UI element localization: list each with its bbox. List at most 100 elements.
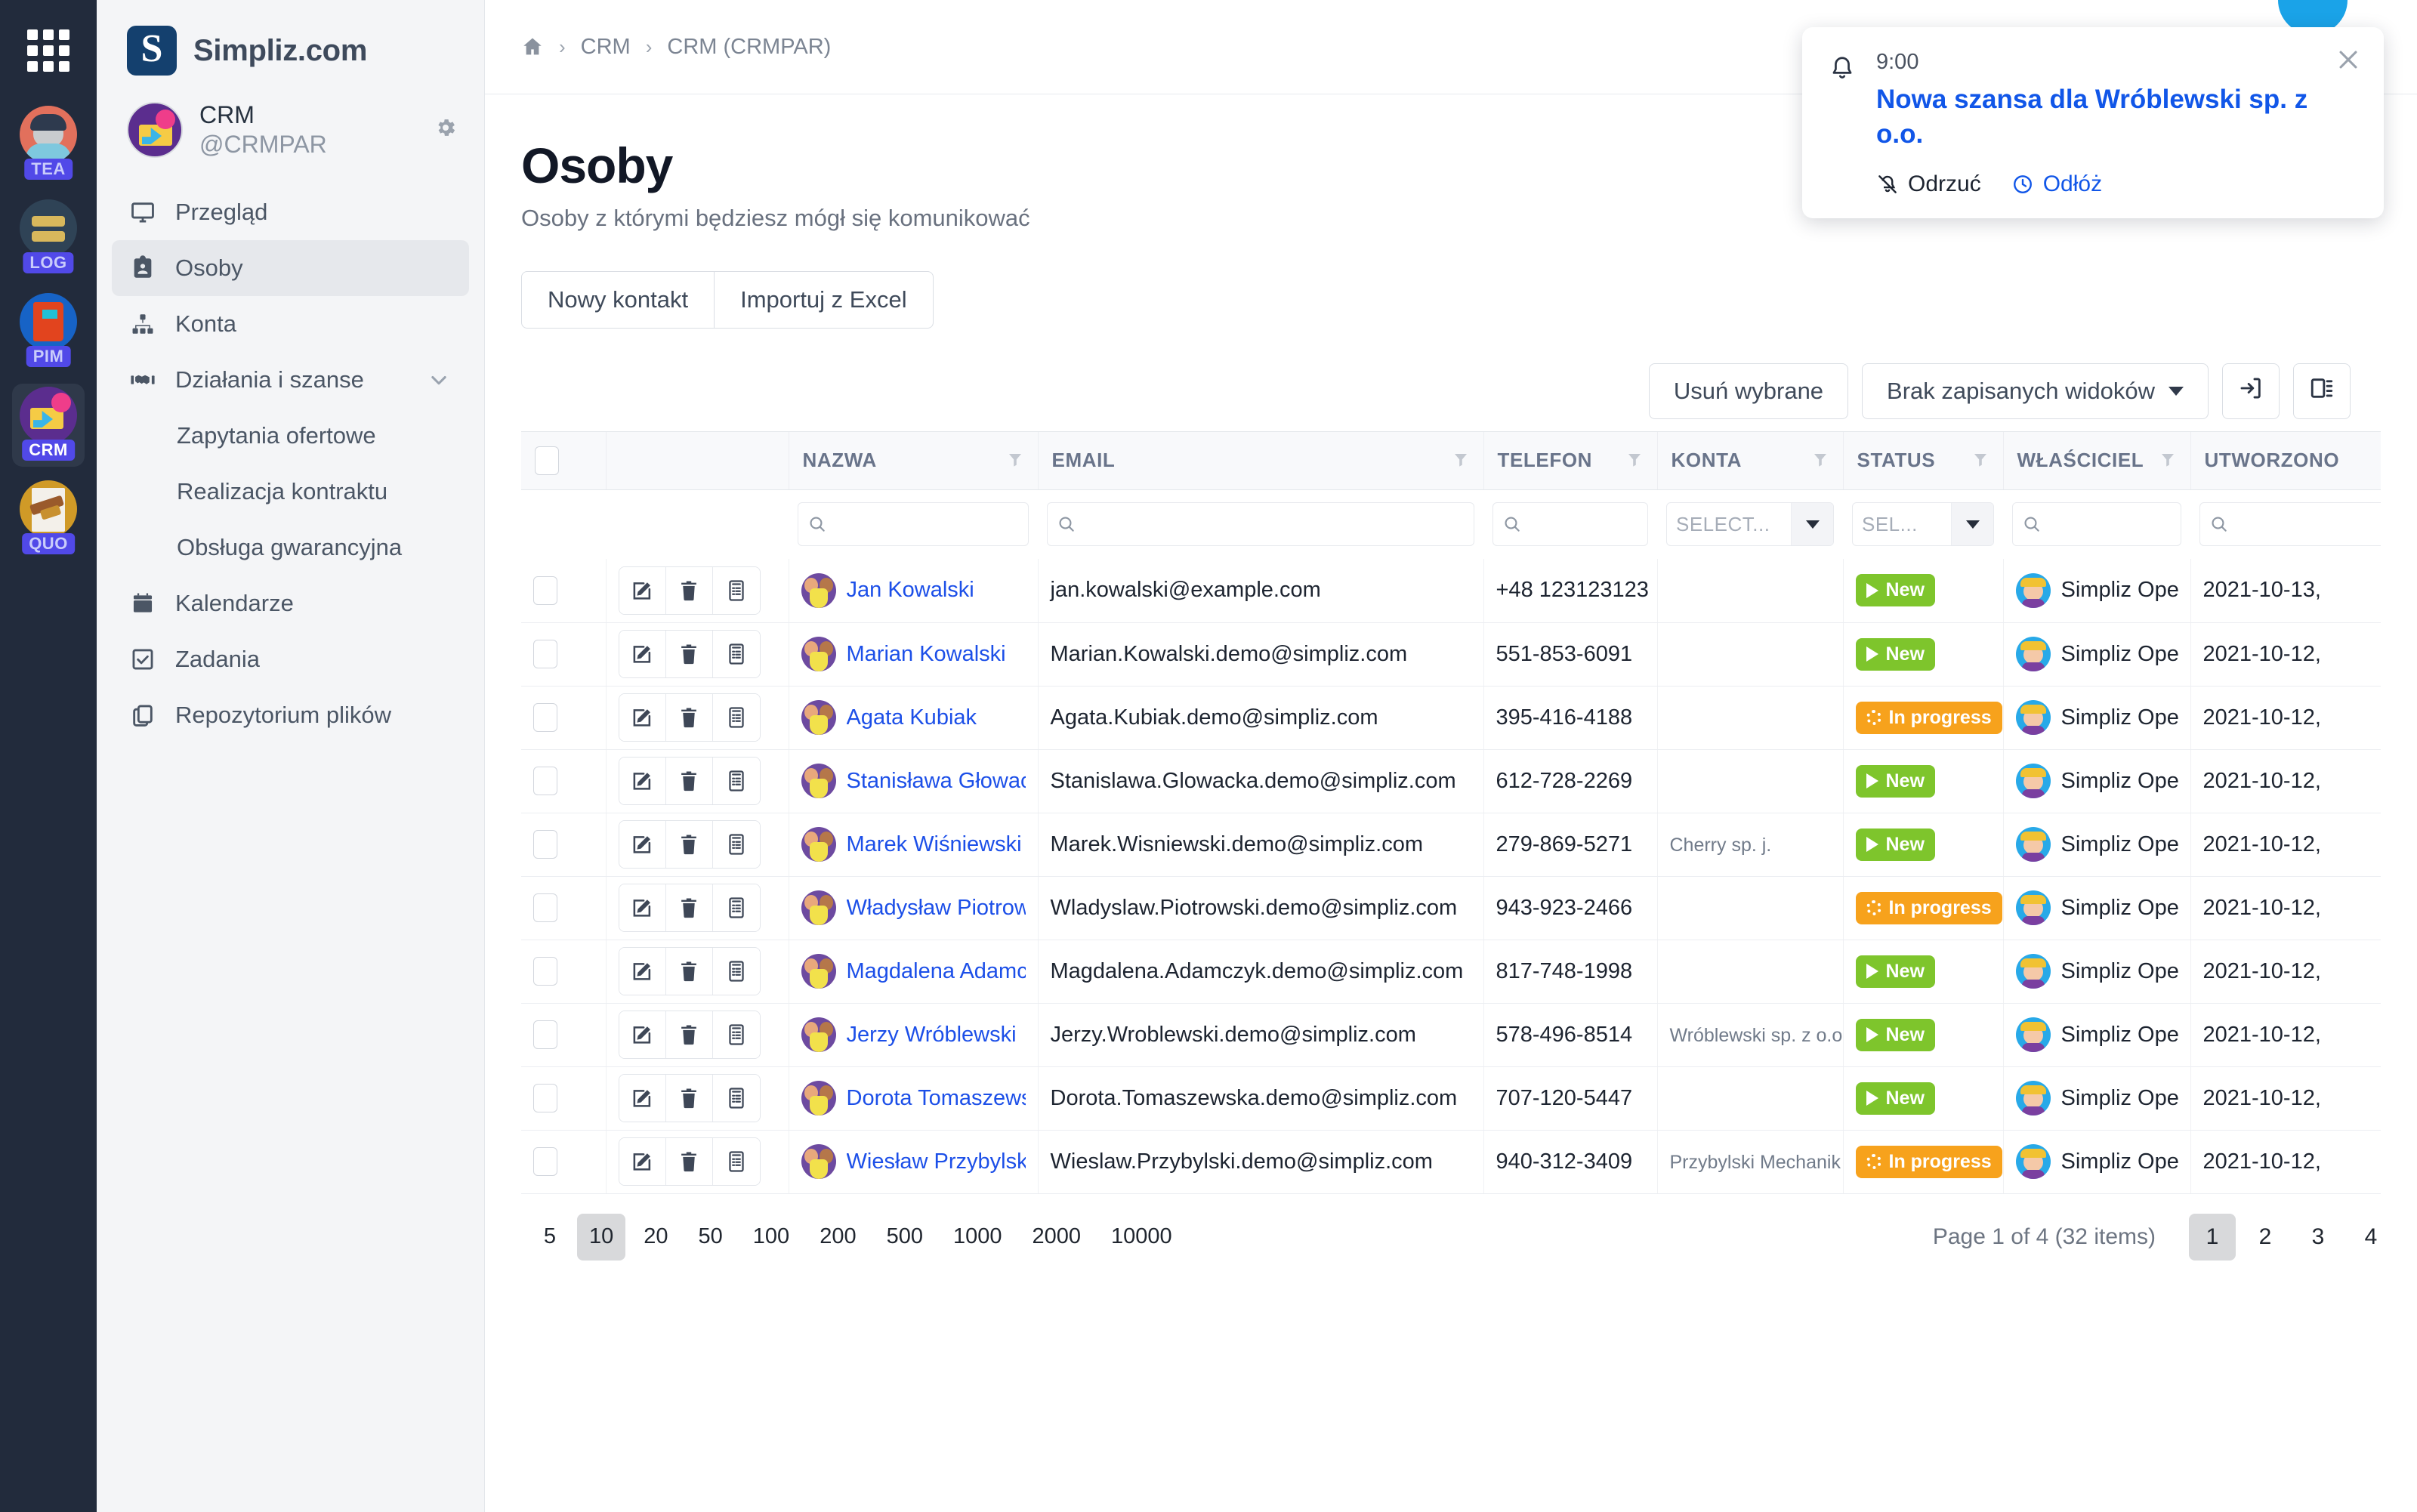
table-row[interactable]: Marian Kowalski Marian.Kowalski.demo@simp… <box>521 622 2381 687</box>
details-list-icon[interactable] <box>712 1075 760 1122</box>
sidebar-item-kalendarze[interactable]: Kalendarze <box>112 575 469 631</box>
row-checkbox[interactable] <box>533 1020 557 1049</box>
sidebar-item-dzialania-i-szanse[interactable]: Działania i szanse <box>112 352 469 408</box>
trash-delete-icon[interactable] <box>665 821 713 868</box>
workspace-selector[interactable]: CRM @CRMPAR <box>112 95 469 180</box>
edit-pencil-icon[interactable] <box>619 694 666 741</box>
sidebar-item-osoby[interactable]: Osoby <box>112 240 469 296</box>
breadcrumb-item-crm[interactable]: CRM <box>581 35 631 60</box>
page-size-option[interactable]: 100 <box>741 1214 801 1261</box>
row-checkbox[interactable] <box>533 893 557 922</box>
trash-delete-icon[interactable] <box>665 566 713 614</box>
trash-delete-icon[interactable] <box>665 948 713 995</box>
breadcrumb-item-crmpar[interactable]: CRM (CRMPAR) <box>667 35 831 60</box>
filter-email-input[interactable] <box>1047 502 1474 547</box>
th-email[interactable]: EMAIL <box>1038 432 1484 490</box>
contact-name-link[interactable]: Jerzy Wróblewski <box>847 1023 1017 1048</box>
grid-apps-icon[interactable] <box>23 26 73 76</box>
table-row[interactable]: Jerzy Wróblewski Jerzy.Wroblewski.demo@si… <box>521 1003 2381 1067</box>
import-excel-button[interactable]: Importuj z Excel <box>715 271 934 329</box>
filter-funnel-icon[interactable] <box>1811 451 1829 471</box>
th-wlasciciel[interactable]: WŁAŚCICIEL <box>2003 432 2191 490</box>
details-list-icon[interactable] <box>712 948 760 995</box>
th-telefon[interactable]: TELEFON <box>1483 432 1658 490</box>
page-size-option[interactable]: 20 <box>631 1214 680 1261</box>
brand[interactable]: S Simpliz.com <box>112 0 469 95</box>
filter-funnel-icon[interactable] <box>1625 451 1644 471</box>
trash-delete-icon[interactable] <box>665 631 713 677</box>
toast-dismiss-button[interactable]: Odrzuć <box>1876 171 1981 197</box>
table-row[interactable]: Stanisława Głowacka Stanislawa.Glowacka.d… <box>521 749 2381 813</box>
row-checkbox[interactable] <box>533 703 557 732</box>
row-checkbox[interactable] <box>533 575 557 605</box>
trash-delete-icon[interactable] <box>665 1011 713 1058</box>
th-konta[interactable]: KONTA <box>1657 432 1844 490</box>
chevron-down-icon[interactable] <box>428 369 449 390</box>
rail-app-quo[interactable]: QUO <box>12 477 85 560</box>
edit-pencil-icon[interactable] <box>619 948 666 995</box>
close-x-icon[interactable] <box>2335 47 2361 73</box>
details-list-icon[interactable] <box>712 821 760 868</box>
edit-pencil-icon[interactable] <box>619 631 666 677</box>
page-size-option[interactable]: 500 <box>875 1214 935 1261</box>
filter-telefon-input[interactable] <box>1492 502 1648 547</box>
saved-views-dropdown[interactable]: Brak zapisanych widoków <box>1862 363 2209 419</box>
details-list-icon[interactable] <box>712 1011 760 1058</box>
contact-name-link[interactable]: Władysław Piotrowski <box>847 896 1026 921</box>
page-number[interactable]: 1 <box>2189 1213 2236 1261</box>
new-contact-button[interactable]: Nowy kontakt <box>521 271 715 329</box>
filter-nazwa-input[interactable] <box>798 502 1029 547</box>
sidebar-item-realizacja-kontraktu[interactable]: Realizacja kontraktu <box>112 464 469 520</box>
details-list-icon[interactable] <box>712 1138 760 1185</box>
rail-app-crm[interactable]: CRM <box>12 384 85 467</box>
filter-konta-select[interactable]: SELECT... <box>1666 502 1834 547</box>
filter-funnel-icon[interactable] <box>1971 451 1989 471</box>
trash-delete-icon[interactable] <box>665 1138 713 1185</box>
edit-pencil-icon[interactable] <box>619 1011 666 1058</box>
row-checkbox[interactable] <box>533 767 557 795</box>
contact-name-link[interactable]: Stanisława Głowacka <box>847 769 1026 794</box>
columns-layout-button[interactable] <box>2293 363 2351 419</box>
edit-pencil-icon[interactable] <box>619 884 666 931</box>
chevron-down-icon[interactable] <box>1951 503 1993 546</box>
page-number[interactable]: 4 <box>2348 1214 2381 1261</box>
page-number[interactable]: 3 <box>2295 1214 2341 1261</box>
th-nazwa[interactable]: NAZWA <box>789 432 1039 490</box>
toast-title[interactable]: Nowa szansa dla Wróblewski sp. z o.o. <box>1876 82 2358 152</box>
table-row[interactable]: Władysław Piotrowski Wladyslaw.Piotrowski… <box>521 876 2381 940</box>
contact-name-link[interactable]: Wiesław Przybylski <box>847 1149 1026 1174</box>
table-row[interactable]: Marek Wiśniewski Marek.Wisniewski.demo@si… <box>521 813 2381 877</box>
th-status[interactable]: STATUS <box>1843 432 2004 490</box>
edit-pencil-icon[interactable] <box>619 821 666 868</box>
gear-icon[interactable] <box>434 116 457 139</box>
th-utworzono[interactable]: UTWORZONO <box>2190 432 2381 490</box>
filter-funnel-icon[interactable] <box>1452 451 1470 471</box>
edit-pencil-icon[interactable] <box>619 1138 666 1185</box>
row-checkbox[interactable] <box>533 640 557 668</box>
table-row[interactable]: Jan Kowalski jan.kowalski@example.com +48 … <box>521 559 2381 623</box>
filter-utworzono-input[interactable] <box>2199 502 2381 547</box>
sidebar-item-repozytorium-plikow[interactable]: Repozytorium plików <box>112 687 469 743</box>
page-size-option[interactable]: 50 <box>687 1214 735 1261</box>
trash-delete-icon[interactable] <box>665 884 713 931</box>
table-row[interactable]: Dorota Tomaszewska Dorota.Tomaszewska.dem… <box>521 1066 2381 1131</box>
edit-pencil-icon[interactable] <box>619 566 666 614</box>
contact-name-link[interactable]: Jan Kowalski <box>847 578 974 603</box>
details-list-icon[interactable] <box>712 694 760 741</box>
details-list-icon[interactable] <box>712 566 760 614</box>
page-number[interactable]: 2 <box>2242 1214 2289 1261</box>
page-size-option[interactable]: 200 <box>807 1214 868 1261</box>
filter-wlasciciel-input[interactable] <box>2012 502 2181 547</box>
rail-app-pim[interactable]: PIM <box>12 290 85 373</box>
edit-pencil-icon[interactable] <box>619 758 666 804</box>
trash-delete-icon[interactable] <box>665 694 713 741</box>
sidebar-item-zadania[interactable]: Zadania <box>112 631 469 687</box>
rail-app-log[interactable]: LOG <box>12 196 85 279</box>
delete-selected-button[interactable]: Usuń wybrane <box>1648 363 1849 419</box>
chevron-down-icon[interactable] <box>1791 503 1833 546</box>
filter-status-select[interactable]: SEL... <box>1852 502 1994 547</box>
sidebar-item-konta[interactable]: Konta <box>112 296 469 352</box>
page-size-option[interactable]: 2000 <box>1020 1214 1093 1261</box>
filter-funnel-icon[interactable] <box>2159 451 2177 471</box>
sidebar-item-obsluga-gwarancyjna[interactable]: Obsługa gwarancyjna <box>112 520 469 575</box>
